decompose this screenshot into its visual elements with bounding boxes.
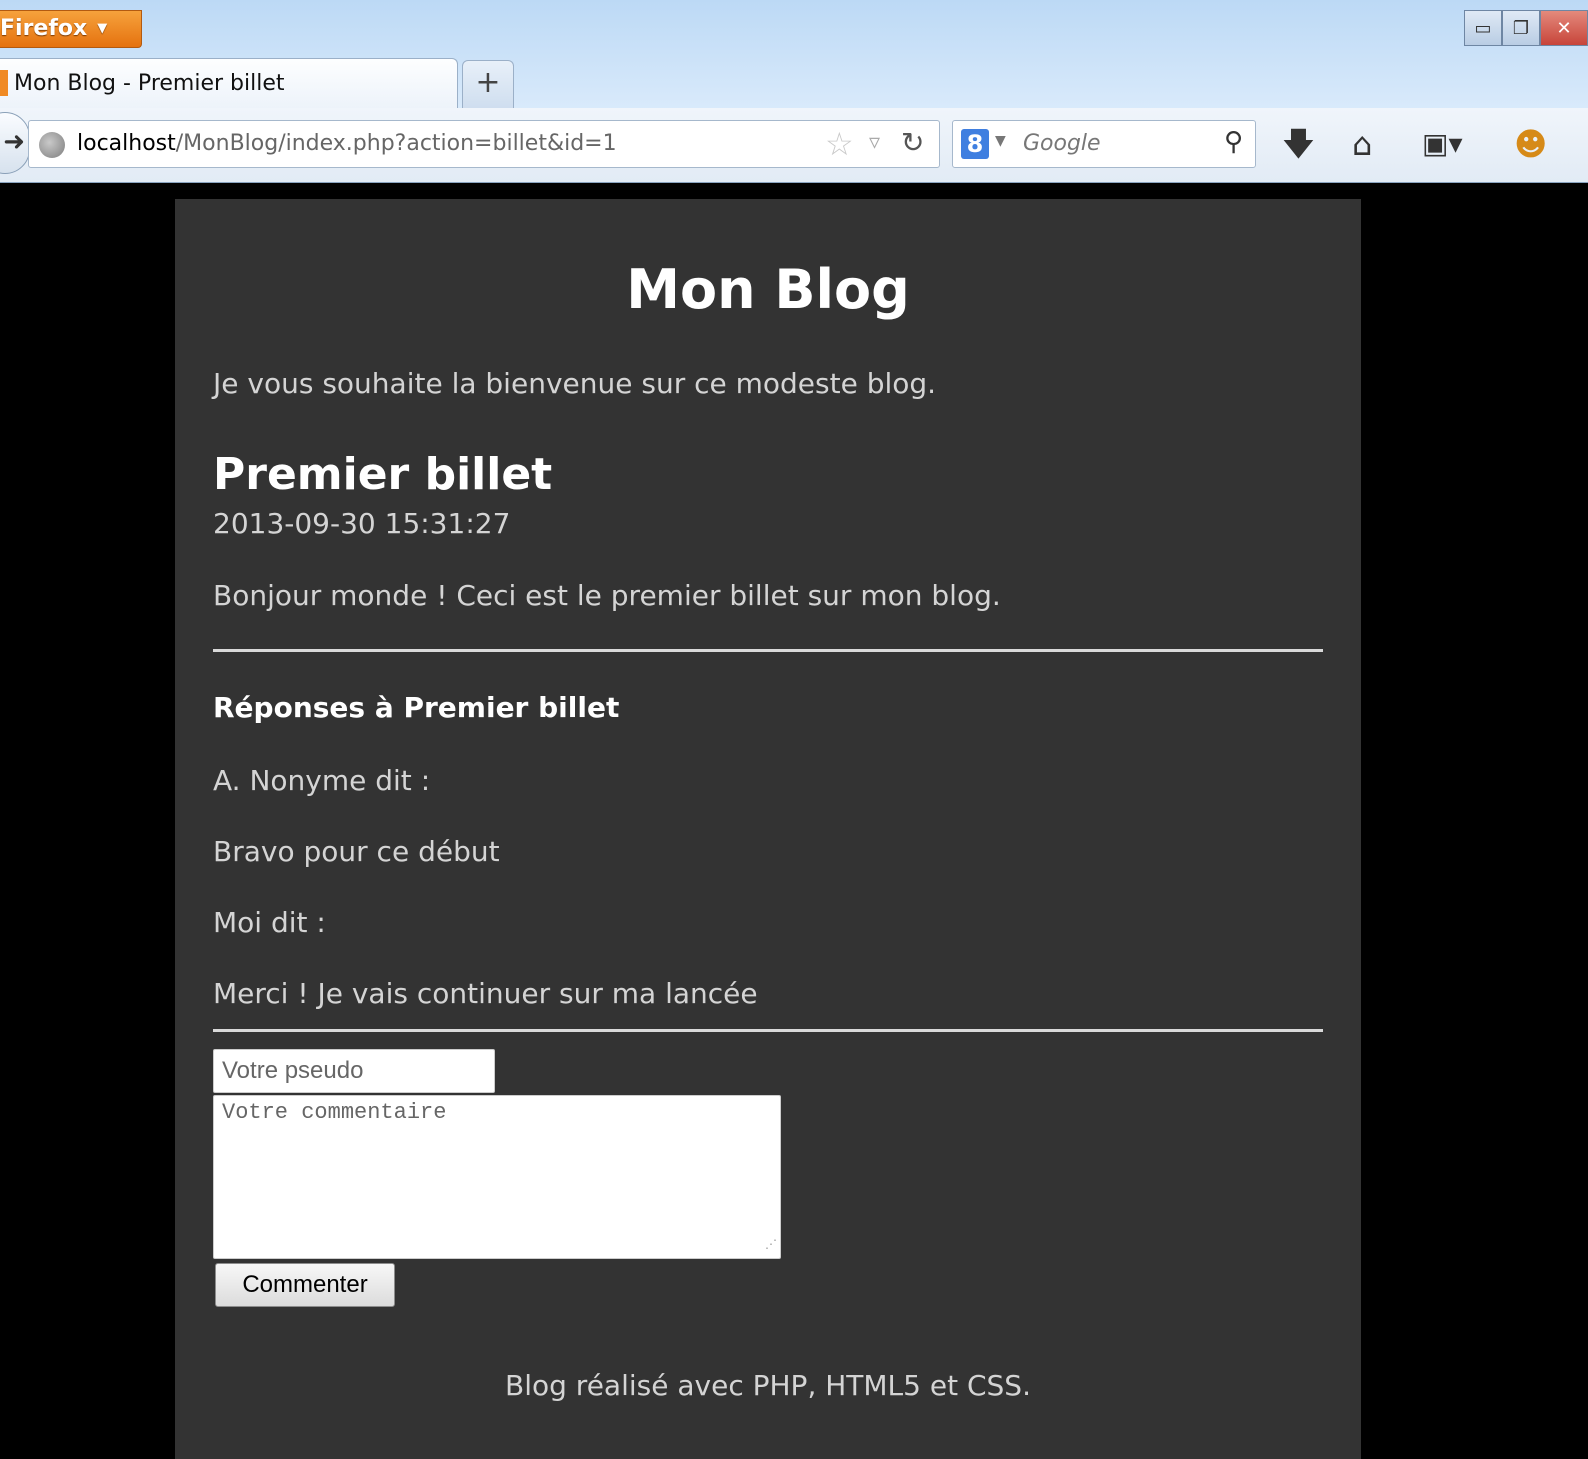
back-button[interactable]: ➜ [0,112,30,174]
post-title: Premier billet [213,449,553,500]
firefox-menu-button[interactable]: Firefox ▼ [0,10,142,48]
search-icon[interactable]: ⚲ [1224,127,1243,157]
blog-title[interactable]: Mon Blog [175,255,1361,325]
maximize-button[interactable]: ❐ [1502,10,1540,46]
separator [213,649,1323,652]
download-icon[interactable]: 🡇 [1282,124,1315,164]
addon-icon[interactable]: ☻ [1514,124,1547,164]
reload-icon[interactable]: ↻ [901,126,924,159]
url-text[interactable]: localhost/MonBlog/index.php?action=bille… [77,131,617,156]
home-icon[interactable]: ⌂ [1352,124,1372,164]
google-engine-icon[interactable]: 8 [961,129,989,159]
blog-container: Mon Blog Je vous souhaite la bienvenue s… [175,199,1361,1459]
bookmarks-menu-icon[interactable]: ▣▾ [1422,124,1463,164]
post-date: 2013-09-30 15:31:27 [213,507,511,540]
comment-submit-button[interactable]: Commenter [215,1263,395,1307]
tab-title: Mon Blog - Premier billet [14,71,285,96]
post-content: Bonjour monde ! Ceci est le premier bill… [213,579,1001,612]
close-icon: ✕ [1556,17,1572,39]
resize-grip-icon[interactable]: ⋰ [765,1237,777,1251]
url-history-dropdown-icon[interactable]: ▿ [869,130,880,155]
url-host: localhost [77,131,176,156]
tab-mon-blog[interactable]: Mon Blog - Premier billet [0,58,458,108]
minimize-icon: ▭ [1474,17,1492,39]
window-controls: ▭ ❐ ✕ [1464,10,1588,48]
minimize-button[interactable]: ▭ [1464,10,1502,46]
maximize-icon: ❐ [1512,17,1530,39]
comment-text: Bravo pour ce début [213,835,500,868]
separator [213,1029,1323,1032]
pseudo-input[interactable] [213,1049,495,1093]
footer-text: Blog réalisé avec PHP, HTML5 et CSS. [505,1369,1031,1402]
comment-author: Moi dit : [213,906,326,939]
comment-author: A. Nonyme dit : [213,764,431,797]
navigation-bar: ➜ localhost/MonBlog/index.php?action=bil… [0,108,1588,182]
new-tab-button[interactable]: + [462,60,514,108]
favicon-icon [0,70,8,96]
url-path: /MonBlog/index.php?action=billet&id=1 [175,131,617,156]
search-input[interactable]: Google [1023,131,1101,156]
close-window-button[interactable]: ✕ [1540,10,1588,46]
comment-text: Merci ! Je vais continuer sur ma lancée [213,977,758,1010]
search-bar[interactable]: 8 ▼ Google ⚲ [952,120,1256,168]
chevron-down-icon[interactable]: ▼ [995,133,1006,149]
page-viewport: Mon Blog Je vous souhaite la bienvenue s… [0,183,1588,1459]
globe-icon [39,132,65,158]
blog-subtitle: Je vous souhaite la bienvenue sur ce mod… [213,367,937,400]
chevron-down-icon: ▼ [97,21,108,36]
browser-chrome: Firefox ▼ ▭ ❐ ✕ Mon Blog - Premier billet… [0,0,1588,183]
url-bar[interactable]: localhost/MonBlog/index.php?action=bille… [28,120,940,168]
bookmark-star-icon[interactable]: ☆ [825,125,854,163]
back-arrow-icon: ➜ [3,127,25,157]
tab-bar: Mon Blog - Premier billet + [0,58,1588,108]
replies-heading: Réponses à Premier billet [213,691,620,724]
firefox-label: Firefox [0,16,88,41]
comment-textarea[interactable] [213,1095,781,1259]
